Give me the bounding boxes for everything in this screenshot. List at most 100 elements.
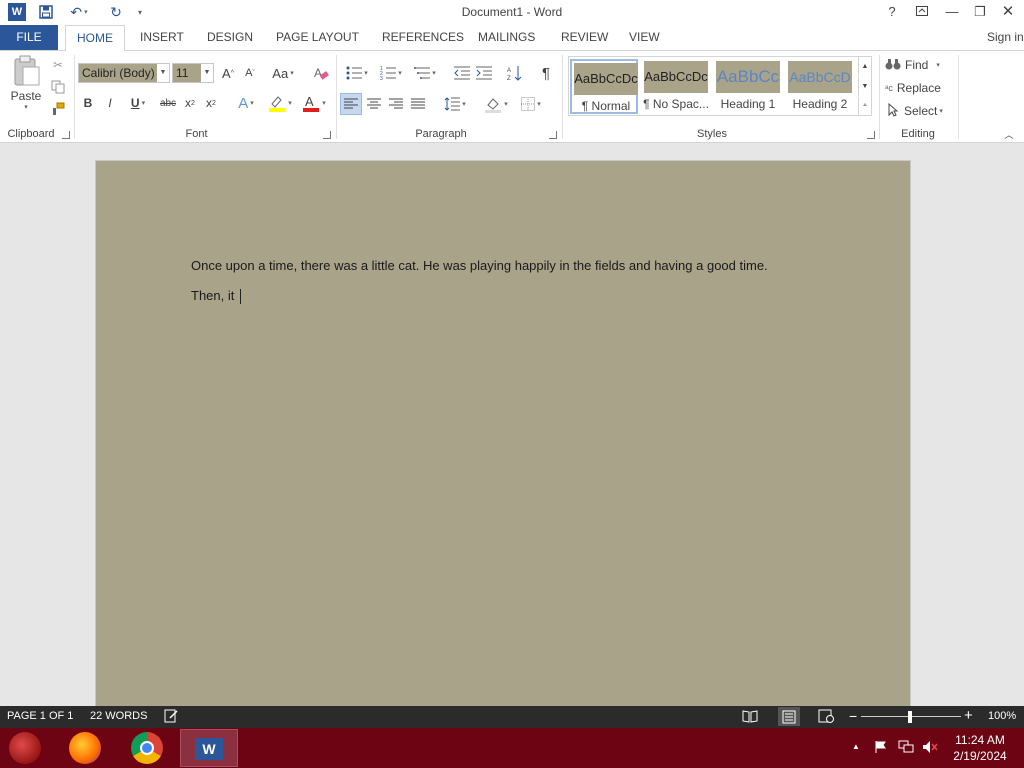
numbering-icon[interactable]: 1 2 3 ▾ [376, 63, 406, 83]
styles-more-icon[interactable]: ⩡ [858, 97, 871, 115]
subscript-button[interactable]: x2 [181, 93, 199, 113]
document-paragraph-2[interactable]: Then, it [191, 288, 234, 303]
underline-button[interactable]: U ▾ [124, 93, 152, 113]
tab-page-layout[interactable]: PAGE LAYOUT [276, 30, 359, 44]
text-effects-icon[interactable]: A ▾ [232, 93, 260, 113]
copy-icon[interactable] [50, 79, 66, 95]
font-color-icon[interactable]: A ▾ [298, 93, 330, 113]
find-label: Find [905, 58, 929, 72]
tab-review[interactable]: REVIEW [561, 30, 608, 44]
increase-indent-icon[interactable] [474, 63, 494, 83]
style-no-spacing-label: ¶ No Spac... [643, 97, 709, 111]
grow-font-button[interactable]: A ^ [219, 63, 237, 83]
style-no-spacing-sample: AaBbCcDc [644, 61, 708, 93]
document-page[interactable]: Once upon a time, there was a little cat… [95, 160, 911, 720]
group-divider [74, 55, 75, 139]
font-family-value: Calibri (Body) [82, 66, 155, 80]
zoom-slider-thumb[interactable] [908, 711, 912, 723]
zoom-in-icon[interactable]: + [964, 707, 973, 724]
font-family-select[interactable]: Calibri (Body) ▼ [78, 63, 170, 83]
styles-scroll-down-icon[interactable]: ▼ [858, 77, 871, 96]
volume-muted-icon[interactable] [922, 740, 938, 757]
word-count[interactable]: 22 WORDS [90, 710, 147, 722]
borders-icon[interactable]: ▾ [516, 93, 546, 115]
firefox-icon[interactable] [69, 732, 101, 764]
bullets-icon[interactable]: ▾ [342, 63, 372, 83]
minimize-button[interactable]: — [940, 2, 964, 22]
select-button[interactable]: Select ▾ [888, 101, 958, 121]
font-launcher-icon[interactable] [323, 131, 331, 139]
page-count[interactable]: PAGE 1 OF 1 [7, 710, 73, 722]
tab-references[interactable]: REFERENCES [382, 30, 464, 44]
print-layout-icon[interactable] [778, 707, 800, 726]
paragraph-launcher-icon[interactable] [549, 131, 557, 139]
ribbon: Paste ▾ ✂ Clipboard Calibri (Body) ▼ 11 … [0, 50, 1024, 143]
style-normal[interactable]: AaBbCcDc ¶ Normal [570, 59, 638, 114]
ribbon-display-options-icon[interactable] [910, 2, 934, 22]
read-mode-icon[interactable] [742, 709, 758, 726]
superscript-button[interactable]: x2 [202, 93, 220, 113]
underline-label: U [130, 96, 140, 110]
change-case-button[interactable]: Aa ▾ [268, 63, 298, 83]
word-taskbar-button[interactable]: W [180, 729, 238, 767]
clock-date[interactable]: 2/19/2024 [950, 749, 1010, 763]
document-paragraph-1[interactable]: Once upon a time, there was a little cat… [191, 258, 768, 273]
chevron-down-icon: ▼ [201, 64, 213, 82]
styles-launcher-icon[interactable] [867, 131, 875, 139]
style-heading-1[interactable]: AaBbCc Heading 1 [714, 59, 782, 114]
style-no-spacing[interactable]: AaBbCcDc ¶ No Spac... [642, 59, 710, 114]
title-bar: W ↶ ▾ ↻ ▾ Document1 - Word ? — ❐ ✕ [0, 0, 1024, 25]
show-hidden-icons-icon[interactable]: ▲ [852, 742, 860, 751]
tab-design[interactable]: DESIGN [207, 30, 253, 44]
align-left-icon[interactable] [340, 93, 362, 115]
status-bar: PAGE 1 OF 1 22 WORDS − + 100% [0, 706, 1024, 728]
svg-text:Z: Z [507, 76, 511, 81]
help-button[interactable]: ? [880, 2, 904, 22]
start-button-icon[interactable] [9, 732, 41, 764]
tab-home[interactable]: HOME [65, 25, 125, 51]
find-button[interactable]: Find ▾ [885, 55, 955, 75]
show-formatting-marks-icon[interactable]: ¶ [536, 63, 556, 83]
clear-formatting-icon[interactable]: A [310, 63, 332, 83]
paste-icon [14, 55, 40, 86]
sign-in-link[interactable]: Sign in [987, 30, 1024, 44]
shading-icon[interactable]: ▾ [480, 93, 512, 115]
proofing-icon[interactable] [164, 709, 179, 726]
close-button[interactable]: ✕ [996, 2, 1020, 22]
zoom-level[interactable]: 100% [988, 710, 1016, 722]
align-center-icon[interactable] [364, 93, 384, 115]
zoom-out-icon[interactable]: − [849, 708, 857, 724]
replace-button[interactable]: ᵃc Replace [885, 78, 955, 98]
shrink-font-button[interactable]: Aˇ [241, 63, 259, 83]
web-layout-icon[interactable] [818, 709, 834, 726]
action-center-flag-icon[interactable] [874, 740, 888, 757]
styles-scroll-up-icon[interactable]: ▲ [858, 57, 871, 76]
tab-insert[interactable]: INSERT [140, 30, 184, 44]
italic-button[interactable]: I [102, 93, 118, 113]
style-heading-2[interactable]: AaBbCcD Heading 2 [786, 59, 854, 114]
multilevel-list-icon[interactable]: ▾ [410, 63, 440, 83]
restore-button[interactable]: ❐ [968, 2, 992, 22]
line-spacing-icon[interactable]: ▾ [440, 93, 470, 115]
font-size-select[interactable]: 11 ▼ [172, 63, 214, 83]
styles-group-label: Styles [697, 128, 727, 140]
clock-time[interactable]: 11:24 AM [950, 733, 1010, 747]
svg-text:A: A [314, 66, 322, 80]
align-right-icon[interactable] [386, 93, 406, 115]
bold-button[interactable]: B [80, 93, 96, 113]
chrome-icon[interactable] [131, 732, 163, 764]
strikethrough-button[interactable]: abc [157, 93, 179, 113]
highlight-color-icon[interactable]: ▾ [264, 93, 296, 113]
cut-icon[interactable]: ✂ [50, 57, 66, 73]
tab-mailings[interactable]: MAILINGS [478, 30, 535, 44]
decrease-indent-icon[interactable] [452, 63, 472, 83]
format-painter-icon[interactable] [50, 101, 66, 117]
justify-icon[interactable] [408, 93, 428, 115]
tab-view[interactable]: VIEW [629, 30, 660, 44]
sort-icon[interactable]: AZ [505, 63, 525, 83]
tab-file[interactable]: FILE [0, 25, 58, 50]
network-icon[interactable] [898, 740, 914, 757]
clipboard-launcher-icon[interactable] [62, 131, 70, 139]
paste-button[interactable]: Paste ▾ [6, 55, 46, 111]
collapse-ribbon-icon[interactable]: ︿ [1002, 127, 1016, 141]
